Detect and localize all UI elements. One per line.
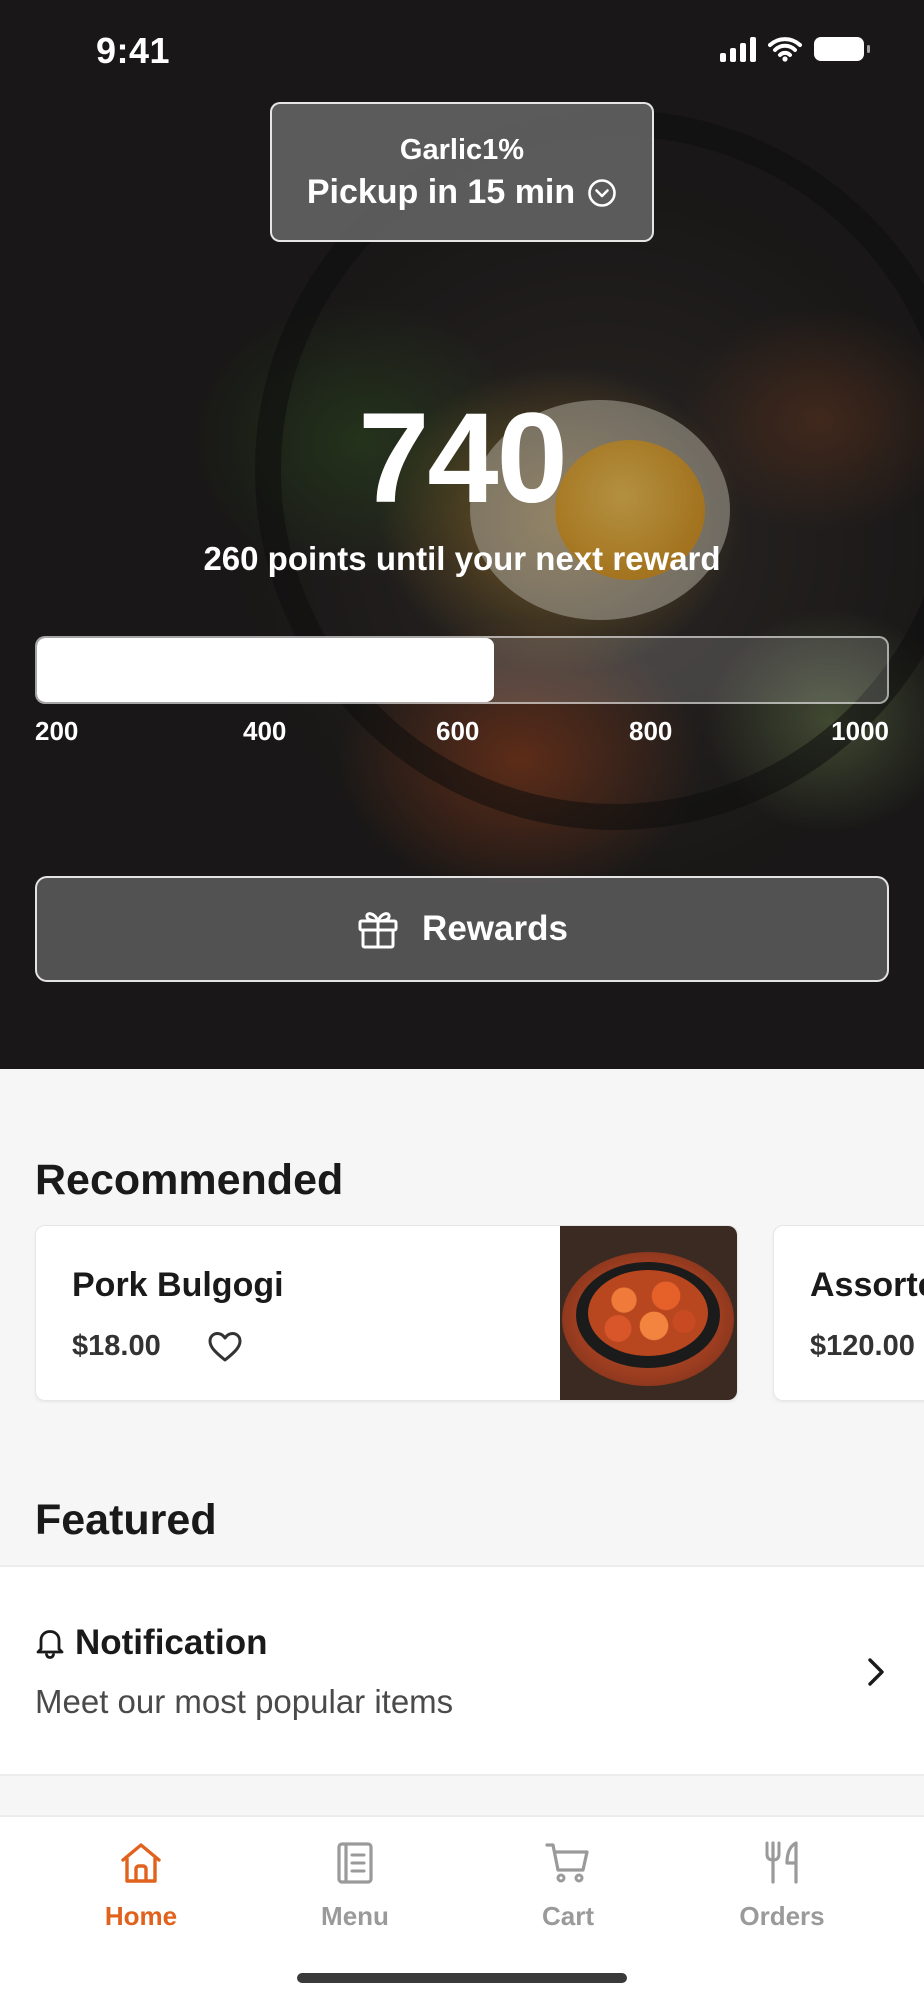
chevron-down-circle-icon (588, 178, 616, 207)
notification-row[interactable]: Notification Meet our most popular items (0, 1565, 924, 1776)
item-price: $120.00 (810, 1330, 915, 1362)
progress-ticks: 200 400 600 800 1000 (35, 716, 889, 750)
chevron-right-icon (868, 1658, 884, 1686)
tab-menu-label: Menu (321, 1901, 389, 1931)
item-name: Assorte (810, 1266, 924, 1304)
rewards-label: Rewards (422, 909, 568, 948)
gift-icon (358, 912, 398, 949)
status-bar: 9:41 (0, 0, 924, 100)
pickup-time: Pickup in 15 min (306, 173, 576, 211)
menu-book-icon (337, 1842, 373, 1884)
cellular-signal-icon (720, 36, 756, 62)
home-indicator (297, 1973, 627, 1983)
notification-subtitle: Meet our most popular items (35, 1683, 454, 1720)
tab-home[interactable]: Home (61, 1839, 221, 1932)
tab-orders[interactable]: Orders (702, 1839, 862, 1932)
recommended-carousel[interactable]: Pork Bulgogi $18.00 Assorte $120.00 (0, 1225, 924, 1403)
status-time: 9:41 (96, 30, 171, 71)
utensils-icon (765, 1841, 798, 1884)
item-name: Pork Bulgogi (72, 1266, 284, 1304)
tab-orders-label: Orders (739, 1901, 825, 1931)
cart-icon (545, 1843, 589, 1883)
progress-tick: 1000 (831, 716, 889, 746)
recommended-card[interactable]: Assorte $120.00 (773, 1225, 924, 1401)
home-icon (121, 1843, 161, 1883)
store-selector-button[interactable]: Garlic1% Pickup in 15 min (270, 102, 654, 242)
points-progress-bar (35, 636, 889, 704)
status-icons (720, 36, 870, 62)
notification-title: Notification (75, 1623, 268, 1662)
featured-heading: Featured (35, 1496, 217, 1544)
pork-bulgogi-image (560, 1226, 737, 1400)
recommended-heading: Recommended (35, 1156, 344, 1204)
progress-tick: 600 (436, 716, 480, 746)
tab-cart[interactable]: Cart (488, 1839, 648, 1932)
progress-tick: 400 (243, 716, 287, 746)
store-name: Garlic1% (399, 134, 525, 166)
notification-header: Notification (35, 1623, 267, 1663)
points-progress-fill (37, 638, 494, 702)
item-price: $18.00 (72, 1330, 161, 1362)
progress-tick: 200 (35, 716, 79, 746)
points-caption: 260 points until your next reward (203, 540, 721, 577)
progress-tick: 800 (629, 716, 673, 746)
tab-menu[interactable]: Menu (275, 1839, 435, 1932)
recommended-card[interactable]: Pork Bulgogi $18.00 (35, 1225, 738, 1401)
points-balance: 740 (358, 387, 568, 530)
bell-icon (36, 1630, 64, 1659)
heart-icon[interactable] (207, 1330, 243, 1364)
tab-cart-label: Cart (541, 1901, 594, 1931)
pickup-row: Pickup in 15 min (272, 173, 652, 212)
wifi-icon (768, 37, 802, 62)
battery-icon (814, 37, 870, 61)
rewards-button[interactable]: Rewards (35, 876, 889, 982)
tab-home-label: Home (104, 1901, 178, 1931)
